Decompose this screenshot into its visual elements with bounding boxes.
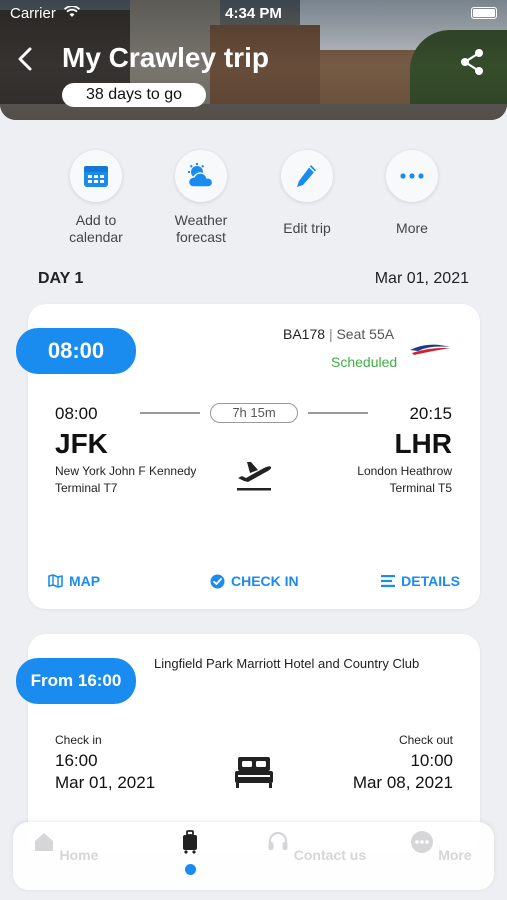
seat-number: Seat 55A: [336, 326, 395, 342]
day-date: Mar 01, 2021: [374, 270, 469, 287]
weather-forecast-label: Weather forecast: [174, 212, 228, 245]
luggage-icon: [183, 830, 197, 854]
calendar-icon: [84, 166, 108, 187]
check-out-label: Check out: [398, 733, 453, 747]
ellipsis-circle-icon: [411, 831, 434, 853]
check-circle-icon: [210, 574, 225, 588]
headset-icon: [268, 831, 288, 850]
departure-time: 08:00: [55, 404, 98, 423]
ellipsis-icon: [400, 173, 424, 179]
pencil-icon: [297, 165, 316, 187]
tab-home[interactable]: Home: [10, 830, 120, 863]
flight-number: BA178: [283, 326, 326, 342]
list-icon: [381, 575, 396, 587]
details-button-label: DETAILS: [401, 573, 460, 589]
details-button[interactable]: DETAILS: [381, 573, 460, 589]
tab-trips[interactable]: [135, 830, 245, 863]
status-bar: Carrier 4:34 PM: [0, 0, 507, 26]
quick-actions: Add to calendar Weather forecast Edit tr…: [0, 150, 507, 250]
flight-number-seat: BA178 | Seat 55A: [283, 326, 394, 342]
map-icon: [48, 574, 63, 588]
check-in-date: Mar 01, 2021: [55, 773, 156, 792]
back-arrow-icon[interactable]: [14, 45, 38, 73]
flight-duration: 7h 15m: [210, 403, 298, 423]
battery-icon: [471, 7, 497, 19]
tab-contact-us[interactable]: Contact us: [261, 830, 371, 863]
map-button[interactable]: MAP: [48, 573, 100, 589]
plane-takeoff-icon: [237, 462, 272, 491]
more-actions-label: More: [396, 220, 428, 236]
hotel-name: Lingfield Park Marriott Hotel and Countr…: [154, 656, 420, 671]
tab-contact-us-label: Contact us: [293, 847, 367, 863]
duration-line-left: [140, 412, 200, 414]
check-in-time: 16:00: [55, 751, 98, 770]
arrival-code: LHR: [394, 428, 452, 459]
status-time: 4:34 PM: [225, 5, 282, 22]
share-icon[interactable]: [459, 48, 485, 76]
active-tab-indicator: [185, 864, 196, 875]
arrival-terminal: Terminal T5: [389, 481, 452, 495]
day-label: DAY 1: [38, 270, 84, 287]
tab-home-label: Home: [59, 847, 99, 863]
check-out-date: Mar 08, 2021: [352, 773, 453, 792]
tab-more-label: More: [438, 847, 472, 863]
check-in-button[interactable]: CHECK IN: [210, 573, 299, 589]
flight-status: Scheduled: [331, 354, 398, 370]
tab-bar: Home Contact us More: [13, 822, 494, 890]
bed-icon: [235, 757, 273, 788]
departure-code: JFK: [55, 428, 108, 459]
weather-forecast-button[interactable]: Weather forecast: [146, 150, 256, 246]
duration-line-right: [308, 412, 368, 414]
home-icon: [34, 833, 53, 851]
more-actions-button[interactable]: More: [357, 150, 467, 237]
check-in-button-label: CHECK IN: [231, 573, 299, 589]
flight-time-pill: 08:00: [16, 328, 136, 374]
airline-logo-icon: [410, 344, 450, 355]
map-button-label: MAP: [69, 573, 101, 589]
tab-more[interactable]: More: [386, 830, 496, 863]
departure-terminal: Terminal T7: [55, 481, 118, 495]
flight-separator: |: [328, 326, 333, 342]
add-to-calendar-label: Add to calendar: [69, 212, 123, 245]
arrival-airport: London Heathrow: [357, 464, 452, 478]
departure-airport: New York John F Kennedy: [55, 464, 197, 478]
edit-trip-label: Edit trip: [283, 220, 331, 236]
check-in-label: Check in: [55, 733, 102, 747]
add-to-calendar-button[interactable]: Add to calendar: [41, 150, 151, 246]
edit-trip-button[interactable]: Edit trip: [252, 150, 362, 237]
arrival-time: 20:15: [409, 404, 452, 423]
day-header: DAY 1 Mar 01, 2021: [38, 270, 469, 290]
countdown-badge: 38 days to go: [62, 83, 207, 107]
trip-title: My Crawley trip: [62, 42, 269, 73]
hotel-time-pill: From 16:00: [16, 658, 136, 704]
check-out-time: 10:00: [410, 751, 453, 770]
weather-icon: [187, 163, 214, 188]
